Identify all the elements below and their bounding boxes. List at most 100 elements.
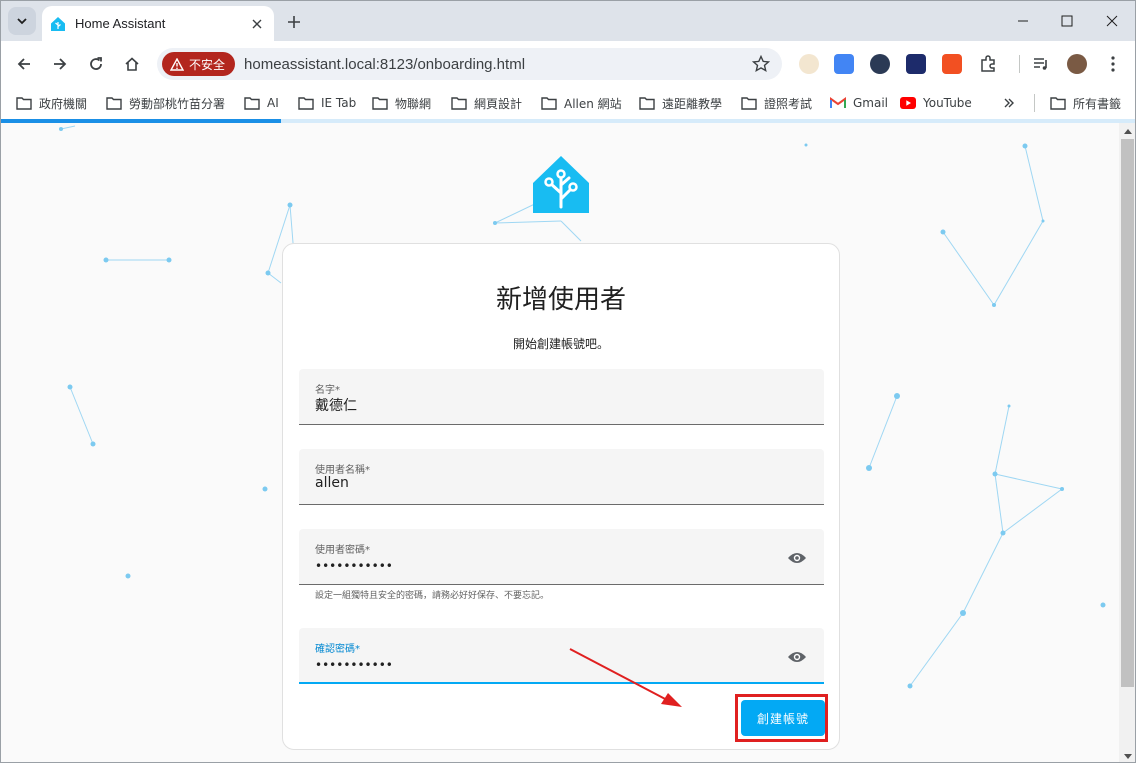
annotation-highlight-box (735, 694, 828, 742)
bookmark-label: 政府機關 (39, 96, 88, 111)
tab-title: Home Assistant (75, 16, 166, 31)
annotation-arrow-icon (569, 648, 682, 707)
bookmark-item[interactable]: Allen 網站 (541, 93, 622, 113)
name-value[interactable]: 戴德仁 (315, 395, 755, 415)
folder-icon (298, 97, 314, 110)
profile-avatar[interactable] (1067, 54, 1087, 74)
password-value[interactable]: ••••••••••• (315, 559, 755, 573)
extension-zotero-icon[interactable] (942, 54, 962, 74)
username-field[interactable]: 使用者名稱* allen (299, 449, 824, 505)
close-window-button[interactable] (1089, 7, 1135, 35)
folder-icon (639, 97, 655, 110)
show-password-eye-icon[interactable] (786, 547, 808, 569)
bookmarks-bar: 政府機關 勞動部桃竹苗分署 AI IE Tab 物聯網 網頁設計 Allen 網… (1, 87, 1135, 119)
security-label: 不安全 (189, 57, 226, 72)
plus-icon (288, 16, 300, 28)
bookmark-label: 網頁設計 (474, 96, 523, 111)
bookmark-label: AI (267, 96, 279, 110)
folder-icon (451, 97, 467, 110)
close-icon (1106, 15, 1118, 27)
back-button[interactable] (10, 50, 38, 78)
bookmark-youtube[interactable]: YouTube (900, 93, 972, 113)
scrollbar-thumb[interactable] (1121, 139, 1134, 687)
home-assistant-favicon-icon (51, 16, 65, 31)
name-label: 名字* (315, 385, 340, 396)
bookmark-label: IE Tab (321, 96, 357, 110)
bookmark-gmail[interactable]: Gmail (830, 93, 888, 113)
name-field[interactable]: 名字* 戴德仁 (299, 369, 824, 425)
tab-strip: Home Assistant (1, 1, 1135, 41)
folder-icon (372, 97, 388, 110)
gmail-icon (830, 97, 846, 108)
bookmark-label: YouTube (923, 96, 972, 110)
maximize-icon (1061, 15, 1073, 27)
folder-icon (106, 97, 122, 110)
maximize-button[interactable] (1044, 7, 1090, 35)
browser-toolbar: 不安全 homeassistant.local:8123/onboarding.… (1, 41, 1135, 87)
toolbar-separator (1019, 55, 1020, 73)
minimize-icon (1018, 20, 1028, 22)
bookmark-label: 勞動部桃竹苗分署 (129, 96, 226, 111)
bookmark-label: 遠距離教學 (662, 96, 723, 111)
extension-web-icon[interactable] (870, 54, 890, 74)
forward-button[interactable] (46, 50, 74, 78)
all-bookmarks-button[interactable]: 所有書籤 (1050, 93, 1121, 113)
media-control-icon[interactable] (1031, 54, 1051, 74)
folder-icon (244, 97, 260, 110)
extensions-puzzle-icon[interactable] (978, 54, 998, 74)
arrow-right-icon (54, 58, 67, 70)
menu-kebab-icon[interactable] (1103, 54, 1123, 74)
folder-icon (1050, 97, 1066, 110)
bookmark-item[interactable]: AI (244, 93, 279, 113)
page-subtitle: 開始創建帳號吧。 (512, 337, 609, 351)
bookmark-item[interactable]: 遠距離教學 (639, 93, 722, 113)
bookmark-star-icon[interactable] (746, 49, 776, 79)
show-confirm-password-eye-icon[interactable] (786, 646, 808, 668)
bookmark-label: Allen 網站 (564, 96, 622, 111)
extension-translate-icon[interactable] (834, 54, 854, 74)
tab-home-assistant[interactable]: Home Assistant (42, 6, 274, 41)
onboarding-page: 新增使用者 開始創建帳號吧。 名字* 戴德仁 使用者名稱* allen 使用者密… (1, 123, 1119, 762)
scroll-down-arrow-icon[interactable] (1119, 748, 1135, 762)
password-label: 使用者密碼* (315, 545, 370, 556)
password-helper-text: 設定一組獨特且安全的密碼，請務必好好保存、不要忘記。 (315, 591, 550, 601)
extension-cookie-icon[interactable] (799, 54, 819, 74)
password-field[interactable]: 使用者密碼* ••••••••••• (299, 529, 824, 585)
reload-button[interactable] (82, 50, 110, 78)
bookmark-item[interactable]: 網頁設計 (451, 93, 522, 113)
bookmarks-overflow-button[interactable] (1003, 93, 1022, 113)
bookmark-item[interactable]: 物聯網 (372, 93, 431, 113)
scroll-up-arrow-icon[interactable] (1119, 123, 1135, 139)
bookmark-item[interactable]: 勞動部桃竹苗分署 (106, 93, 225, 113)
bookmarks-separator (1034, 94, 1035, 112)
bookmark-label: 物聯網 (395, 96, 432, 111)
minimize-button[interactable] (1000, 7, 1046, 35)
home-button[interactable] (118, 50, 146, 78)
reload-icon (90, 57, 102, 70)
bookmark-label: 證照考試 (764, 96, 813, 111)
page-title: 新增使用者 (495, 285, 626, 315)
bookmark-item[interactable]: 證照考試 (741, 93, 812, 113)
new-tab-button[interactable] (283, 11, 305, 33)
browser-window: Home Assistant 不安全 homeassistant.local:8… (0, 0, 1136, 763)
chevron-double-right-icon (1004, 98, 1014, 108)
arrow-left-icon (17, 58, 30, 70)
tab-search-button[interactable] (8, 7, 36, 35)
bookmark-item[interactable]: IE Tab (298, 93, 356, 113)
home-assistant-logo-icon (533, 156, 589, 213)
folder-icon (16, 97, 32, 110)
folder-icon (541, 97, 557, 110)
confirm-password-label: 確認密碼* (315, 644, 360, 655)
bookmark-item[interactable]: 政府機關 (16, 93, 87, 113)
folder-icon (741, 97, 757, 110)
address-bar[interactable]: 不安全 homeassistant.local:8123/onboarding.… (157, 48, 782, 80)
security-warning-chip[interactable]: 不安全 (162, 52, 236, 76)
bookmark-label: Gmail (853, 96, 889, 110)
username-value[interactable]: allen (315, 475, 755, 491)
tab-close-icon[interactable] (248, 15, 266, 33)
url-text[interactable]: homeassistant.local:8123/onboarding.html (244, 56, 746, 73)
chevron-down-icon (17, 18, 27, 25)
extension-color-icon[interactable] (906, 54, 926, 74)
username-label: 使用者名稱* (315, 465, 370, 476)
home-icon (125, 57, 139, 71)
